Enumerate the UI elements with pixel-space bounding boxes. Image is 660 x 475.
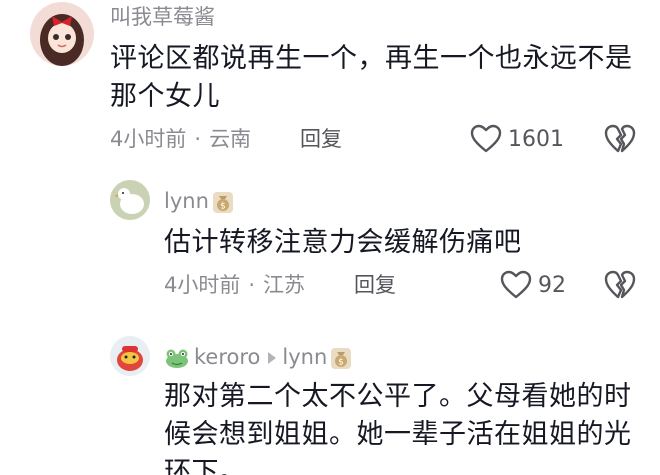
money-bag-icon: $ xyxy=(330,346,352,370)
comment-text-line: 那对第二个太不公平了。父母看她的时 xyxy=(164,381,632,412)
comment-time: 4小时前 xyxy=(110,127,187,151)
broken-heart-icon[interactable] xyxy=(604,124,636,154)
comment-text-line: 候会想到姐姐。她一辈子活在姐姐的光 xyxy=(164,419,632,450)
reply-to-username[interactable]: lynn xyxy=(282,345,327,369)
comment-location: 云南 xyxy=(209,127,252,151)
avatar[interactable] xyxy=(110,336,150,376)
meta-separator: · xyxy=(194,127,202,151)
svg-text:$: $ xyxy=(220,202,226,212)
comment-text-line: 那个女儿 xyxy=(110,81,220,112)
like-count: 1601 xyxy=(508,127,564,152)
comment-time: 4小时前 xyxy=(164,273,241,297)
broken-heart-icon[interactable] xyxy=(604,270,636,300)
comment-text-clip: 环下。 xyxy=(164,454,464,475)
comment-username[interactable]: 叫我草莓酱 xyxy=(110,4,215,30)
comment-username[interactable]: keroro lynn $ xyxy=(164,344,352,370)
comment-username[interactable]: lynn $ xyxy=(164,188,234,214)
meta-separator: · xyxy=(248,273,256,297)
username-text: keroro xyxy=(194,345,261,369)
comment-location: 江苏 xyxy=(263,273,306,297)
comment-text-line: 评论区都说再生一个，再生一个也永远不是 xyxy=(110,43,633,74)
heart-icon[interactable] xyxy=(470,124,502,154)
reply-button[interactable]: 回复 xyxy=(354,272,396,298)
comment-text: 估计转移注意力会缓解伤痛吧 xyxy=(164,227,522,258)
like-count: 92 xyxy=(538,273,566,298)
svg-text:$: $ xyxy=(338,358,344,368)
heart-icon[interactable] xyxy=(500,270,532,300)
reply-button[interactable]: 回复 xyxy=(300,126,342,152)
avatar[interactable] xyxy=(110,180,150,220)
money-bag-icon: $ xyxy=(212,190,234,214)
frog-icon xyxy=(164,347,190,369)
avatar[interactable] xyxy=(30,2,94,66)
reply-arrow-icon xyxy=(268,352,277,364)
comment-meta: 4小时前 · 云南 xyxy=(110,126,251,152)
comment-text-line: 环下。 xyxy=(164,457,247,475)
username-text: lynn xyxy=(164,189,209,213)
comment-meta: 4小时前 · 江苏 xyxy=(164,272,305,298)
